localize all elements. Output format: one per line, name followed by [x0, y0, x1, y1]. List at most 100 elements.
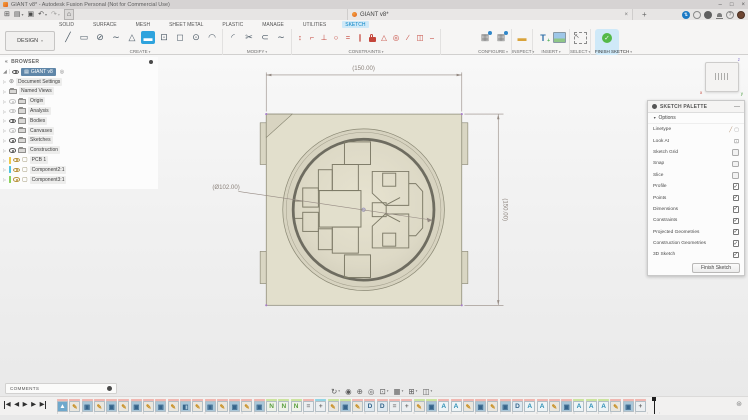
- expand-caret-icon[interactable]: ▷: [3, 158, 7, 163]
- visibility-eye-icon[interactable]: [12, 70, 19, 75]
- notifications-icon[interactable]: [715, 11, 723, 19]
- timeline-feature-sk[interactable]: ✎: [217, 399, 228, 412]
- viewports-icon[interactable]: ◫▾: [422, 387, 432, 396]
- finish-sketch-label[interactable]: FINISH SKETCH▾: [595, 49, 619, 54]
- browser-item-label[interactable]: PCB 1: [30, 156, 48, 164]
- viewcube-face[interactable]: [715, 73, 729, 80]
- dropdown-caret-icon[interactable]: ▾: [58, 9, 60, 20]
- timeline-feature-sk[interactable]: ✎: [192, 399, 203, 412]
- dropdown-caret-icon[interactable]: ▾: [431, 389, 433, 393]
- timeline-feature-mv[interactable]: +: [315, 399, 326, 412]
- document-tab[interactable]: GIANT v8* ×: [347, 9, 633, 20]
- edit-curve-tool-icon[interactable]: ∼: [274, 31, 288, 44]
- browser-item-pcb-1[interactable]: ▷▢PCB 1: [0, 155, 158, 165]
- timeline-feature-A[interactable]: A: [598, 399, 609, 412]
- application-menu-icon[interactable]: ⊞: [4, 9, 10, 20]
- fix-constraint-icon[interactable]: [367, 31, 377, 44]
- expand-caret-icon[interactable]: ▷: [3, 89, 7, 94]
- timeline-feature-ex[interactable]: ▣: [155, 399, 166, 412]
- ribbon-tab-surface[interactable]: SURFACE: [90, 21, 120, 28]
- visibility-eye-icon[interactable]: [13, 168, 20, 173]
- sketch-dimension-icon[interactable]: ↕: [295, 31, 305, 44]
- measure-icon[interactable]: ▬: [515, 31, 529, 44]
- browser-item-label[interactable]: Analysis: [28, 107, 51, 115]
- horizontal-vertical-constraint-icon[interactable]: ⌐: [307, 31, 317, 44]
- expand-caret-icon[interactable]: ▷: [3, 177, 7, 182]
- timeline-feature-ex[interactable]: ▣: [82, 399, 93, 412]
- browser-item-document-settings[interactable]: ▷⊛Document Settings: [0, 77, 158, 87]
- circle-tool-icon[interactable]: ⊘: [93, 31, 107, 44]
- minimize-button[interactable]: –: [719, 2, 722, 8]
- save-icon[interactable]: ▣: [28, 9, 35, 20]
- width-dimension[interactable]: (150.00): [352, 65, 375, 72]
- comments-bar[interactable]: COMMENTS: [5, 383, 117, 394]
- extensions-icon[interactable]: [693, 11, 701, 19]
- timeline-feature-sk[interactable]: ✎: [549, 399, 560, 412]
- help-icon[interactable]: ?: [726, 11, 734, 19]
- concentric-constraint-icon[interactable]: ◎: [391, 31, 401, 44]
- file-menu-icon[interactable]: ▤▾: [14, 9, 24, 20]
- timeline-feature-ex[interactable]: ▣: [229, 399, 240, 412]
- display-settings-icon[interactable]: ▦▾: [394, 387, 404, 396]
- slot-tool-icon[interactable]: ◻: [173, 31, 187, 44]
- parallel-constraint-icon[interactable]: ∥: [355, 31, 365, 44]
- two-point-rectangle-tool-icon[interactable]: ▬: [141, 31, 155, 44]
- browser-item-analysis[interactable]: ▷Analysis: [0, 106, 158, 116]
- section-collapse-icon[interactable]: ▼: [653, 116, 656, 120]
- play-button[interactable]: ▶: [23, 401, 28, 409]
- home-icon[interactable]: ⌂: [64, 9, 74, 20]
- timeline-feature-sk[interactable]: ✎: [94, 399, 105, 412]
- timeline-feature-sk[interactable]: ✎: [241, 399, 252, 412]
- select-tool-icon[interactable]: ↖: [574, 32, 587, 44]
- timeline-feature-sk[interactable]: ✎: [610, 399, 621, 412]
- group-label-create[interactable]: CREATE▾: [58, 49, 222, 54]
- timeline-feature-ex[interactable]: ▣: [205, 399, 216, 412]
- checkbox-checked[interactable]: ✓: [733, 206, 740, 213]
- step-back-button[interactable]: ◀: [14, 401, 19, 409]
- trim-tool-icon[interactable]: ✂: [242, 31, 256, 44]
- timeline-feature-sk[interactable]: ✎: [352, 399, 363, 412]
- timeline-feature-D[interactable]: D: [364, 399, 375, 412]
- browser-item-label[interactable]: Origin: [28, 97, 45, 105]
- timeline-feature-sk[interactable]: ✎: [463, 399, 474, 412]
- look-at-icon[interactable]: ⊡: [734, 138, 739, 145]
- mirror-tool-icon[interactable]: △: [125, 31, 139, 44]
- timeline-feature-A[interactable]: A: [537, 399, 548, 412]
- fit-icon[interactable]: ⊡▾: [379, 387, 388, 396]
- expand-caret-icon[interactable]: ▷: [3, 148, 7, 153]
- ribbon-tab-solid[interactable]: SOLID: [56, 21, 77, 28]
- group-label-configure[interactable]: CONFIGURE▾: [475, 49, 511, 54]
- part-body[interactable]: [260, 113, 468, 306]
- step-forward-button[interactable]: ▶: [31, 401, 36, 409]
- expand-caret-icon[interactable]: ▷: [3, 99, 7, 104]
- timeline-feature-mv[interactable]: +: [635, 399, 646, 412]
- browser-item-construction[interactable]: ▷Construction: [0, 145, 158, 155]
- timeline-feature-mv[interactable]: +: [401, 399, 412, 412]
- browser-item-label[interactable]: Bodies: [28, 117, 47, 125]
- browser-item-component3-1[interactable]: ▷▢Component3:1: [0, 175, 158, 185]
- dropdown-caret-icon[interactable]: ▾: [416, 389, 418, 393]
- curvature-constraint-icon[interactable]: ⌣: [427, 31, 437, 44]
- timeline-feature-sk[interactable]: ✎: [414, 399, 425, 412]
- grid-snap-icon[interactable]: ⊞▾: [408, 387, 417, 396]
- browser-item-origin[interactable]: ▷ Origin: [0, 96, 158, 106]
- fillet-tool-icon[interactable]: ◜: [226, 31, 240, 44]
- timeline-settings-icon[interactable]: ⊛: [736, 401, 742, 409]
- dropdown-caret-icon[interactable]: ▾: [338, 389, 340, 393]
- timeline-feature-eq[interactable]: =: [303, 399, 314, 412]
- timeline-feature-sk[interactable]: ✎: [328, 399, 339, 412]
- checkbox-unchecked[interactable]: [732, 172, 739, 179]
- ribbon-tab-utilities[interactable]: UTILITIES: [300, 21, 329, 28]
- ribbon-tab-plastic[interactable]: PLASTIC: [219, 21, 246, 28]
- timeline-feature-A[interactable]: A: [438, 399, 449, 412]
- go-to-start-button[interactable]: ◀: [4, 401, 11, 409]
- orbit-icon[interactable]: ↻▾: [331, 387, 340, 396]
- browser-item-bodies[interactable]: ▷Bodies: [0, 116, 158, 126]
- timeline-feature-img[interactable]: ▲: [57, 399, 68, 412]
- avatar[interactable]: [737, 11, 745, 19]
- browser-item-label[interactable]: Component2:1: [30, 166, 67, 174]
- browser-item-label[interactable]: Canvases: [28, 127, 54, 135]
- undo-icon[interactable]: ↶▾: [38, 9, 47, 20]
- visibility-eye-icon[interactable]: [9, 128, 16, 133]
- dropdown-caret-icon[interactable]: ▾: [22, 9, 24, 20]
